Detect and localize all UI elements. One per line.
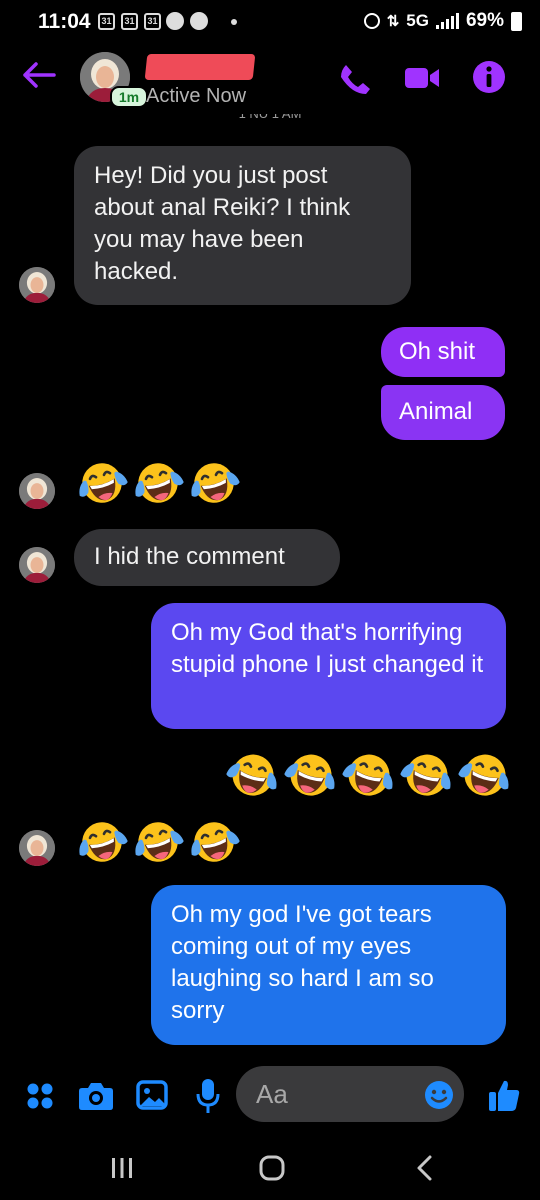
status-right-group: ⇅ 5G 69% — [363, 10, 522, 32]
laughing-emoji-icon — [76, 456, 128, 508]
active-time-badge: 1m — [110, 86, 148, 108]
laughing-emoji-icon — [342, 747, 396, 801]
laughing-emoji-icon — [188, 456, 240, 508]
laughing-emoji-icon — [226, 747, 280, 801]
message-composer — [0, 1058, 540, 1134]
thumbs-up-icon[interactable] — [488, 1078, 520, 1112]
sender-avatar[interactable] — [19, 473, 55, 509]
gallery-icon[interactable] — [136, 1080, 168, 1110]
message-outgoing[interactable]: Oh my God that's horrifying stupid phone… — [151, 603, 506, 729]
settings-icon — [190, 12, 208, 30]
laughing-emoji-icon — [132, 815, 184, 867]
calendar-icon: 31 — [121, 13, 138, 30]
back-arrow-icon[interactable] — [22, 60, 56, 90]
phone-call-icon[interactable] — [338, 62, 372, 96]
microphone-icon[interactable] — [196, 1078, 220, 1114]
emoji-message-incoming[interactable] — [76, 456, 240, 508]
info-icon[interactable] — [472, 60, 506, 94]
laughing-emoji-icon — [458, 747, 512, 801]
contact-name-redacted[interactable] — [144, 54, 256, 80]
calendar-icon: 31 — [144, 13, 161, 30]
alarm-icon — [363, 13, 380, 29]
back-nav-icon[interactable] — [414, 1154, 434, 1182]
cut-off-timestamp: 1 NU 1 AM — [0, 114, 540, 120]
sender-avatar[interactable] — [19, 547, 55, 583]
battery-icon — [511, 11, 522, 31]
network-type: 5G — [406, 11, 429, 30]
emoji-message-incoming[interactable] — [76, 815, 240, 867]
laughing-emoji-icon — [132, 456, 184, 508]
message-outgoing[interactable]: Animal — [381, 385, 505, 440]
message-incoming[interactable]: Hey! Did you just post about anal Reiki?… — [74, 146, 411, 305]
home-icon[interactable] — [258, 1154, 286, 1182]
sender-avatar[interactable] — [19, 830, 55, 866]
wifi-icon: ⇅ — [386, 13, 400, 30]
camera-icon[interactable] — [78, 1081, 114, 1111]
notification-dot-icon — [231, 19, 237, 25]
laughing-emoji-icon — [76, 815, 128, 867]
message-incoming[interactable]: I hid the comment — [74, 529, 340, 586]
status-bar: 11:04 31 31 31 ⇅ 5G 69% — [0, 0, 540, 44]
battery-percent: 69% — [465, 10, 504, 31]
active-status: Active Now — [146, 85, 247, 107]
video-call-icon[interactable] — [404, 62, 440, 94]
sender-avatar[interactable] — [19, 267, 55, 303]
calendar-icon: 31 — [98, 13, 115, 30]
settings-icon — [166, 12, 184, 30]
laughing-emoji-icon — [284, 747, 338, 801]
status-time: 11:04 — [38, 10, 91, 33]
signal-icon — [435, 13, 459, 29]
emoji-message-outgoing[interactable] — [226, 747, 512, 801]
chat-header: 1m Active Now — [0, 48, 540, 114]
emoji-icon[interactable] — [424, 1080, 454, 1110]
laughing-emoji-icon — [400, 747, 454, 801]
message-outgoing[interactable]: Oh shit — [381, 327, 505, 377]
message-outgoing[interactable]: Oh my god I've got tears coming out of m… — [151, 885, 506, 1045]
laughing-emoji-icon — [188, 815, 240, 867]
menu-dots-icon[interactable] — [26, 1082, 54, 1110]
system-nav-bar — [0, 1134, 540, 1200]
recent-apps-icon[interactable] — [110, 1156, 134, 1180]
